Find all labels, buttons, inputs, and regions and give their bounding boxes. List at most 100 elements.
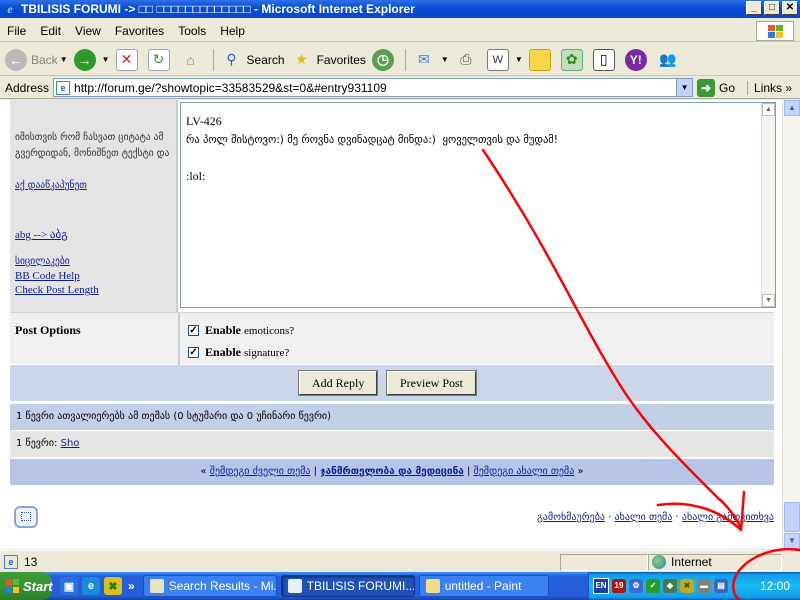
minimize-button[interactable]: _ xyxy=(746,1,762,15)
links-button[interactable]: Links » xyxy=(747,80,792,95)
globe-icon xyxy=(652,555,666,569)
menu-favorites[interactable]: Favorites xyxy=(108,24,171,38)
forward-button[interactable]: → ▼ xyxy=(71,46,113,74)
page-scroll-up-icon[interactable]: ▲ xyxy=(784,100,800,116)
signature-enable-label: Enable xyxy=(205,345,242,359)
new-poll-link[interactable]: ახალი გამოკითხვა xyxy=(682,512,774,523)
bb-code-help-link[interactable]: BB Code Help xyxy=(15,270,80,282)
previous-topic-link[interactable]: შემდეგი ძველი თემა xyxy=(210,466,311,477)
active-members-row: 1 წევრი: Sho xyxy=(10,431,774,457)
history-icon: ◷ xyxy=(371,48,394,71)
add-reply-button[interactable]: Add Reply xyxy=(297,370,379,396)
url-input[interactable] xyxy=(74,80,675,95)
signature-checkbox[interactable]: ✓ xyxy=(188,347,199,358)
menu-file[interactable]: File xyxy=(0,24,33,38)
tray-check-icon[interactable]: ✓ xyxy=(646,579,660,593)
abg-link[interactable]: abg --> აბგ xyxy=(15,228,68,241)
form-button-row: Add Reply Preview Post xyxy=(10,365,774,401)
back-button[interactable]: ← Back ▼ xyxy=(2,46,71,74)
reply-link[interactable]: გამოხმაურება xyxy=(537,512,605,523)
printer-icon: ⎙ xyxy=(460,51,472,67)
favorites-button[interactable]: ★ Favorites xyxy=(288,46,369,74)
menu-edit[interactable]: Edit xyxy=(33,24,68,38)
research-button[interactable]: ▯ xyxy=(590,46,622,74)
scroll-up-icon[interactable]: ▲ xyxy=(762,103,775,116)
enable-signature-option[interactable]: ✓ Enable signature? xyxy=(188,345,289,360)
history-button[interactable]: ◷ xyxy=(369,46,401,74)
quicklaunch-more[interactable]: » xyxy=(128,579,135,593)
click-here-link[interactable]: აქ დააწკაპუნეთ xyxy=(15,180,87,191)
preview-post-button[interactable]: Preview Post xyxy=(386,370,477,396)
mail-button[interactable]: ✉ ▼ xyxy=(410,46,452,74)
task-label: TBILISIS FORUMI... xyxy=(306,579,415,593)
yahoo-button[interactable]: Y! xyxy=(622,46,654,74)
tray-tool-icon[interactable]: ✖ xyxy=(680,579,694,593)
post-options-heading: Post Options xyxy=(15,323,81,337)
post-line-1: LV-426 xyxy=(186,114,222,128)
page-scroll-down-icon[interactable]: ▼ xyxy=(784,533,800,549)
post-textarea[interactable]: LV-426 რა პოლ შისტოვო:) მე როვნა დვინადც… xyxy=(180,102,776,308)
tray-network-icon[interactable]: ▤ xyxy=(714,579,728,593)
ie-quicklaunch-icon[interactable]: e xyxy=(82,577,100,595)
new-topic-link[interactable]: ახალი თემა xyxy=(615,512,673,523)
print-button[interactable]: ⎙ xyxy=(452,46,484,74)
back-label: Back xyxy=(31,52,58,67)
address-field[interactable]: e ▼ xyxy=(53,78,694,97)
messenger-button[interactable]: 👥 xyxy=(654,46,686,74)
task-tbilisis-forumi[interactable]: TBILISIS FORUMI... xyxy=(280,575,415,597)
edit-button[interactable]: W ▼ xyxy=(484,46,526,74)
menu-tools[interactable]: Tools xyxy=(171,24,213,38)
page-viewport: იმისთვის რომ ჩასვათ ციტატა ამ გვერდიდან,… xyxy=(0,100,782,549)
discuss-button[interactable] xyxy=(526,46,558,74)
address-dropdown-icon[interactable]: ▼ xyxy=(676,79,693,96)
home-button[interactable]: ⌂ xyxy=(177,46,209,74)
textarea-scrollbar[interactable]: ▲ ▼ xyxy=(761,103,775,307)
next-topic-link[interactable]: შემდეგი ახალი თემა xyxy=(474,466,575,477)
smilies-link[interactable]: სიცილაკები xyxy=(15,256,70,267)
emoticons-checkbox[interactable]: ✓ xyxy=(188,325,199,336)
emoticons-label: emoticons? xyxy=(244,324,295,337)
stop-button[interactable]: ✕ xyxy=(113,46,145,74)
start-button[interactable]: Start xyxy=(0,572,53,600)
forum-category-link[interactable]: ჯანმრთელობა და მედიცინა xyxy=(320,466,464,477)
toolbar-separator xyxy=(212,48,214,71)
language-indicator[interactable]: EN xyxy=(593,578,609,594)
task-paint[interactable]: untitled - Paint xyxy=(418,575,549,597)
favorites-label: Favorites xyxy=(316,52,366,67)
tray-settings-icon[interactable]: ⚙ xyxy=(629,579,643,593)
tray-device-icon[interactable]: ▬ xyxy=(697,579,711,593)
maximize-button[interactable]: □ xyxy=(764,1,780,15)
post-options-row: Post Options ✓ Enable emoticons? ✓ Enabl… xyxy=(10,312,774,365)
go-button[interactable]: ➜ Go xyxy=(697,78,735,97)
title-bar: e TBILISIS FORUMI -> □□ □□□□□□□□□□□□□ - … xyxy=(0,0,800,18)
signature-label: signature? xyxy=(244,346,290,359)
enable-emoticons-option[interactable]: ✓ Enable emoticons? xyxy=(188,323,294,338)
nav-separator: | xyxy=(466,466,471,477)
menu-view[interactable]: View xyxy=(68,24,108,38)
show-desktop-icon[interactable]: ▣ xyxy=(60,577,78,595)
tool-icon[interactable]: ✖ xyxy=(104,577,122,595)
link-separator: · xyxy=(675,512,679,523)
icq-button[interactable]: ✿ xyxy=(558,46,590,74)
scroll-down-icon[interactable]: ▼ xyxy=(762,294,775,307)
messenger-icon: 👥 xyxy=(659,51,677,67)
scroll-toggle-icon[interactable] xyxy=(14,506,38,528)
nav-separator: | xyxy=(313,466,318,477)
quick-launch: ▣ e ✖ » xyxy=(60,577,135,595)
post-line-4: :lol: xyxy=(186,169,206,183)
member-link[interactable]: Sho xyxy=(61,438,80,449)
close-button[interactable]: ✕ xyxy=(782,1,798,15)
nav-close: » xyxy=(577,466,584,477)
check-post-length-link[interactable]: Check Post Length xyxy=(15,284,99,296)
menu-help[interactable]: Help xyxy=(213,24,252,38)
page-scrollbar[interactable]: ▲ ▼ xyxy=(782,100,800,549)
tray-shield-icon[interactable]: ◆ xyxy=(663,579,677,593)
standard-toolbar: ← Back ▼ → ▼ ✕ ↻ ⌂ ⚲ Search ★ Favorites ◷ … xyxy=(0,44,800,76)
ie-page-icon xyxy=(287,579,302,593)
page-scroll-thumb[interactable] xyxy=(784,502,800,532)
search-button[interactable]: ⚲ Search xyxy=(218,46,288,74)
tray-app-icon[interactable]: 19 xyxy=(612,579,626,593)
task-search-results[interactable]: Search Results - Mi... xyxy=(142,575,277,597)
taskbar: Start ▣ e ✖ » Search Results - Mi... TBI… xyxy=(0,572,800,600)
refresh-button[interactable]: ↻ xyxy=(145,46,177,74)
